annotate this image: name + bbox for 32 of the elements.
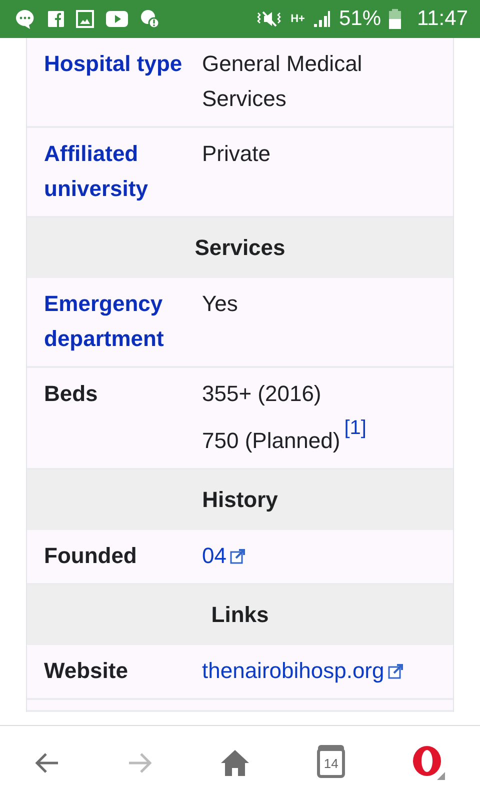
clock: 11:47 xyxy=(417,7,468,31)
network-type: H+ xyxy=(290,13,305,25)
field-label: Website xyxy=(44,657,129,685)
signal-icon xyxy=(312,10,331,28)
square-f-icon xyxy=(48,11,64,27)
section-header: Links xyxy=(27,585,453,645)
alert-icon xyxy=(140,9,160,29)
image-icon xyxy=(76,10,94,28)
field-label-link[interactable]: Affiliated university xyxy=(44,136,194,206)
field-value: Yes xyxy=(202,290,238,318)
field-label: Beds xyxy=(44,380,99,408)
battery-percent: 51% xyxy=(338,7,381,31)
value-link[interactable]: thenairobihosp.org xyxy=(202,653,384,688)
reference-link[interactable]: [1] xyxy=(344,417,366,439)
opera-menu-icon[interactable] xyxy=(412,746,446,780)
field-label-link[interactable]: Emergency department xyxy=(44,286,194,356)
home-icon[interactable] xyxy=(220,749,250,777)
mute-vibrate-icon xyxy=(254,9,283,29)
field-value: 750 (Planned) xyxy=(202,427,340,455)
field-value: 355+ (2016) xyxy=(202,380,322,408)
value-link[interactable]: 04 xyxy=(202,538,226,573)
chat-icon xyxy=(14,8,36,30)
field-value: Private xyxy=(202,140,270,168)
battery-icon xyxy=(389,9,401,29)
field-value: General Medical Services xyxy=(202,50,364,113)
field-label-link[interactable]: Hospital type xyxy=(44,46,194,81)
tabs-button[interactable]: 14 xyxy=(317,748,346,778)
section-header: History xyxy=(27,470,453,530)
field-label: Founded xyxy=(44,542,138,570)
play-icon xyxy=(106,11,128,27)
back-icon[interactable] xyxy=(34,751,60,775)
section-header: Services xyxy=(27,218,453,278)
